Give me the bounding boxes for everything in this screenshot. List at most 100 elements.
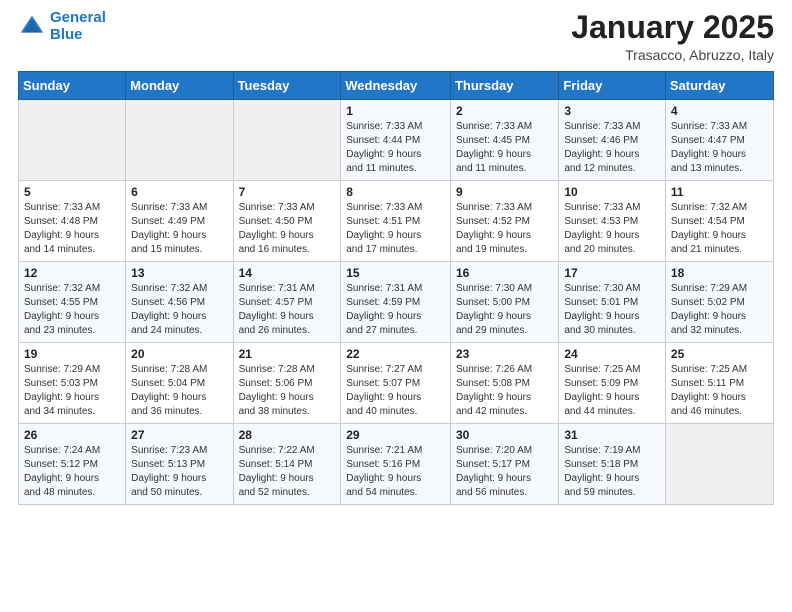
calendar-cell: 10Sunrise: 7:33 AMSunset: 4:53 PMDayligh… bbox=[559, 181, 666, 262]
day-number: 24 bbox=[564, 347, 660, 361]
day-info: Sunrise: 7:25 AMSunset: 5:09 PMDaylight:… bbox=[564, 363, 660, 419]
day-number: 8 bbox=[346, 185, 445, 199]
day-number: 19 bbox=[24, 347, 120, 361]
col-wednesday: Wednesday bbox=[341, 72, 451, 100]
calendar-cell: 23Sunrise: 7:26 AMSunset: 5:08 PMDayligh… bbox=[450, 343, 558, 424]
day-number: 16 bbox=[456, 266, 553, 280]
calendar-cell: 21 Sunrise: 7:28 AMSunset: 5:06 PMDayligh… bbox=[233, 343, 341, 424]
day-number: 17 bbox=[564, 266, 660, 280]
title-area: January 2025 Trasacco, Abruzzo, Italy bbox=[571, 10, 774, 63]
day-info: Sunrise: 7:23 AMSunset: 5:13 PMDaylight:… bbox=[131, 444, 227, 500]
col-friday: Friday bbox=[559, 72, 666, 100]
calendar-cell: 26 Sunrise: 7:24 AMSunset: 5:12 PMDayligh… bbox=[19, 424, 126, 505]
day-info: Sunrise: 7:33 AMSunset: 4:44 PMDaylight:… bbox=[346, 120, 445, 176]
day-info: Sunrise: 7:32 AMSunset: 4:54 PMDaylight:… bbox=[671, 201, 768, 257]
logo-general: General bbox=[50, 9, 106, 26]
day-info: Sunrise: 7:33 AMSunset: 4:47 PMDaylight:… bbox=[671, 120, 768, 176]
calendar-cell: 3 Sunrise: 7:33 AMSunset: 4:46 PMDaylight… bbox=[559, 100, 666, 181]
day-number: 7 bbox=[239, 185, 336, 199]
calendar-body: 1Sunrise: 7:33 AMSunset: 4:44 PMDaylight… bbox=[19, 100, 774, 505]
calendar-week-row: 12Sunrise: 7:32 AMSunset: 4:55 PMDayligh… bbox=[19, 262, 774, 343]
col-sunday: Sunday bbox=[19, 72, 126, 100]
day-info: Sunrise: 7:21 AMSunset: 5:16 PMDaylight:… bbox=[346, 444, 445, 500]
calendar-week-row: 5Sunrise: 7:33 AMSunset: 4:48 PMDaylight… bbox=[19, 181, 774, 262]
logo-text: General Blue bbox=[50, 10, 106, 43]
calendar-cell: 11Sunrise: 7:32 AMSunset: 4:54 PMDayligh… bbox=[665, 181, 773, 262]
day-number: 22 bbox=[346, 347, 445, 361]
header: General Blue January 2025 Trasacco, Abru… bbox=[18, 10, 774, 63]
day-number: 13 bbox=[131, 266, 227, 280]
calendar-week-row: 26 Sunrise: 7:24 AMSunset: 5:12 PMDayligh… bbox=[19, 424, 774, 505]
calendar-cell: 2 Sunrise: 7:33 AMSunset: 4:45 PMDaylight… bbox=[450, 100, 558, 181]
day-number: 4 bbox=[671, 104, 768, 118]
col-thursday: Thursday bbox=[450, 72, 558, 100]
day-info: Sunrise: 7:28 AMSunset: 5:06 PMDaylight:… bbox=[239, 363, 336, 419]
day-info: Sunrise: 7:22 AMSunset: 5:14 PMDaylight:… bbox=[239, 444, 336, 500]
day-number: 15 bbox=[346, 266, 445, 280]
day-number: 31 bbox=[564, 428, 660, 442]
month-title: January 2025 bbox=[571, 10, 774, 45]
day-number: 29 bbox=[346, 428, 445, 442]
calendar-cell: 31 Sunrise: 7:19 AMSunset: 5:18 PMDayligh… bbox=[559, 424, 666, 505]
day-info: Sunrise: 7:33 AMSunset: 4:52 PMDaylight:… bbox=[456, 201, 553, 257]
day-info: Sunrise: 7:33 AMSunset: 4:49 PMDaylight:… bbox=[131, 201, 227, 257]
day-number: 26 bbox=[24, 428, 120, 442]
page: General Blue January 2025 Trasacco, Abru… bbox=[0, 0, 792, 612]
day-info: Sunrise: 7:30 AMSunset: 5:01 PMDaylight:… bbox=[564, 282, 660, 338]
calendar-cell: 5Sunrise: 7:33 AMSunset: 4:48 PMDaylight… bbox=[19, 181, 126, 262]
calendar-cell: 27 Sunrise: 7:23 AMSunset: 5:13 PMDayligh… bbox=[126, 424, 233, 505]
col-tuesday: Tuesday bbox=[233, 72, 341, 100]
calendar-cell: 9 Sunrise: 7:33 AMSunset: 4:52 PMDaylight… bbox=[450, 181, 558, 262]
day-number: 2 bbox=[456, 104, 553, 118]
calendar-cell: 13 Sunrise: 7:32 AMSunset: 4:56 PMDayligh… bbox=[126, 262, 233, 343]
day-info: Sunrise: 7:19 AMSunset: 5:18 PMDaylight:… bbox=[564, 444, 660, 500]
day-info: Sunrise: 7:29 AMSunset: 5:03 PMDaylight:… bbox=[24, 363, 120, 419]
day-number: 14 bbox=[239, 266, 336, 280]
calendar-cell bbox=[126, 100, 233, 181]
day-number: 9 bbox=[456, 185, 553, 199]
day-info: Sunrise: 7:24 AMSunset: 5:12 PMDaylight:… bbox=[24, 444, 120, 500]
calendar-cell: 29 Sunrise: 7:21 AMSunset: 5:16 PMDayligh… bbox=[341, 424, 451, 505]
calendar-week-row: 1Sunrise: 7:33 AMSunset: 4:44 PMDaylight… bbox=[19, 100, 774, 181]
calendar-week-row: 19 Sunrise: 7:29 AMSunset: 5:03 PMDayligh… bbox=[19, 343, 774, 424]
day-info: Sunrise: 7:33 AMSunset: 4:46 PMDaylight:… bbox=[564, 120, 660, 176]
day-info: Sunrise: 7:32 AMSunset: 4:56 PMDaylight:… bbox=[131, 282, 227, 338]
day-number: 10 bbox=[564, 185, 660, 199]
calendar-cell: 20Sunrise: 7:28 AMSunset: 5:04 PMDayligh… bbox=[126, 343, 233, 424]
logo-blue: Blue bbox=[50, 26, 83, 43]
calendar-header: Sunday Monday Tuesday Wednesday Thursday… bbox=[19, 72, 774, 100]
day-info: Sunrise: 7:20 AMSunset: 5:17 PMDaylight:… bbox=[456, 444, 553, 500]
day-info: Sunrise: 7:27 AMSunset: 5:07 PMDaylight:… bbox=[346, 363, 445, 419]
day-number: 21 bbox=[239, 347, 336, 361]
calendar-cell: 18Sunrise: 7:29 AMSunset: 5:02 PMDayligh… bbox=[665, 262, 773, 343]
day-info: Sunrise: 7:33 AMSunset: 4:51 PMDaylight:… bbox=[346, 201, 445, 257]
day-info: Sunrise: 7:33 AMSunset: 4:50 PMDaylight:… bbox=[239, 201, 336, 257]
calendar-cell: 30 Sunrise: 7:20 AMSunset: 5:17 PMDayligh… bbox=[450, 424, 558, 505]
day-info: Sunrise: 7:26 AMSunset: 5:08 PMDaylight:… bbox=[456, 363, 553, 419]
calendar-cell bbox=[665, 424, 773, 505]
calendar-cell: 4 Sunrise: 7:33 AMSunset: 4:47 PMDaylight… bbox=[665, 100, 773, 181]
calendar-cell: 17 Sunrise: 7:30 AMSunset: 5:01 PMDayligh… bbox=[559, 262, 666, 343]
calendar-cell: 28 Sunrise: 7:22 AMSunset: 5:14 PMDayligh… bbox=[233, 424, 341, 505]
day-info: Sunrise: 7:33 AMSunset: 4:45 PMDaylight:… bbox=[456, 120, 553, 176]
day-number: 25 bbox=[671, 347, 768, 361]
calendar-cell: 25 Sunrise: 7:25 AMSunset: 5:11 PMDayligh… bbox=[665, 343, 773, 424]
calendar-cell: 6Sunrise: 7:33 AMSunset: 4:49 PMDaylight… bbox=[126, 181, 233, 262]
day-number: 3 bbox=[564, 104, 660, 118]
day-info: Sunrise: 7:29 AMSunset: 5:02 PMDaylight:… bbox=[671, 282, 768, 338]
calendar-cell: 16Sunrise: 7:30 AMSunset: 5:00 PMDayligh… bbox=[450, 262, 558, 343]
calendar-cell: 12Sunrise: 7:32 AMSunset: 4:55 PMDayligh… bbox=[19, 262, 126, 343]
calendar-cell: 1Sunrise: 7:33 AMSunset: 4:44 PMDaylight… bbox=[341, 100, 451, 181]
day-info: Sunrise: 7:33 AMSunset: 4:48 PMDaylight:… bbox=[24, 201, 120, 257]
calendar-cell: 7 Sunrise: 7:33 AMSunset: 4:50 PMDaylight… bbox=[233, 181, 341, 262]
day-number: 27 bbox=[131, 428, 227, 442]
logo: General Blue bbox=[18, 10, 106, 43]
day-number: 30 bbox=[456, 428, 553, 442]
logo-icon bbox=[18, 13, 46, 41]
location: Trasacco, Abruzzo, Italy bbox=[571, 47, 774, 63]
day-info: Sunrise: 7:32 AMSunset: 4:55 PMDaylight:… bbox=[24, 282, 120, 338]
col-saturday: Saturday bbox=[665, 72, 773, 100]
day-number: 28 bbox=[239, 428, 336, 442]
calendar-cell: 22 Sunrise: 7:27 AMSunset: 5:07 PMDayligh… bbox=[341, 343, 451, 424]
day-info: Sunrise: 7:25 AMSunset: 5:11 PMDaylight:… bbox=[671, 363, 768, 419]
